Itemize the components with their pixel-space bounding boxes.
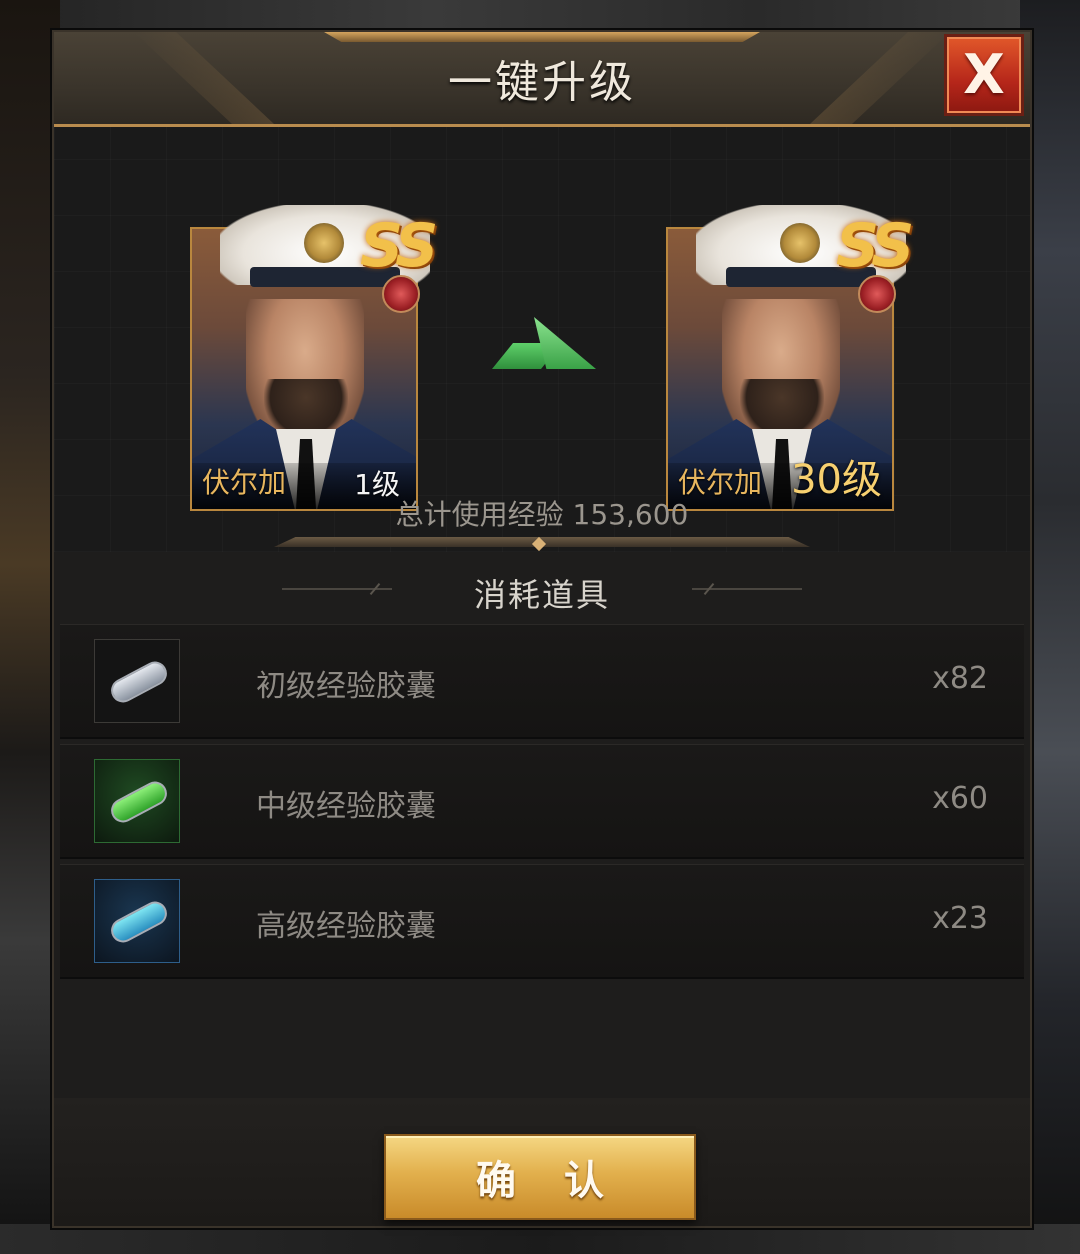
dialog-title: 一键升级 [448, 57, 636, 108]
list-item: 中级经验胶囊 x60 [60, 744, 1024, 859]
rank-badge-icon [858, 275, 896, 313]
rank-badge-icon [382, 275, 420, 313]
upgrade-dialog: 一键升级 X 伏尔加 1级 SS 伏尔加 30级 SS 总计使用经验 153,6… [52, 30, 1032, 1228]
item-count: x82 [932, 661, 988, 696]
hero-preview-area: 伏尔加 1级 SS 伏尔加 30级 SS 总计使用经验 153,600 [54, 127, 1030, 552]
capsule-shape [106, 657, 172, 707]
background-bottom [0, 1224, 1080, 1254]
dialog-footer: 确认 [54, 1098, 1030, 1226]
consumables-title: 消耗道具 [473, 576, 610, 614]
cap-emblem-icon [780, 223, 820, 263]
dialog-header: 一键升级 X [54, 32, 1030, 127]
confirm-label: 确认 [476, 1158, 652, 1204]
consumables-section: 消耗道具 初级经验胶囊 x82 中级经验胶囊 x60 高级经验胶囊 x23 确认 [54, 552, 1030, 1226]
header-notch [324, 32, 760, 42]
background-left [0, 0, 60, 1254]
capsule-shape [106, 777, 172, 827]
confirm-button[interactable]: 确认 [384, 1134, 696, 1220]
exp-capsule-icon [94, 759, 180, 843]
exp-capsule-icon [94, 639, 180, 723]
item-count: x60 [932, 781, 988, 816]
item-name: 中级经验胶囊 [256, 789, 436, 824]
capsule-shape [106, 897, 172, 947]
item-name: 高级经验胶囊 [256, 909, 436, 944]
background-top [0, 0, 1080, 30]
list-item: 高级经验胶囊 x23 [60, 864, 1024, 979]
grade-ss-badge: SS [360, 211, 438, 281]
close-icon: X [963, 43, 1005, 106]
arrow-right-icon [492, 317, 596, 373]
item-name: 初级经验胶囊 [256, 669, 436, 704]
total-exp-text: 总计使用经验 153,600 [395, 498, 689, 531]
item-count: x23 [932, 901, 988, 936]
grade-ss-badge: SS [836, 211, 914, 281]
exp-capsule-icon [94, 879, 180, 963]
list-item: 初级经验胶囊 x82 [60, 624, 1024, 739]
cap-emblem-icon [304, 223, 344, 263]
close-button[interactable]: X [944, 34, 1024, 116]
